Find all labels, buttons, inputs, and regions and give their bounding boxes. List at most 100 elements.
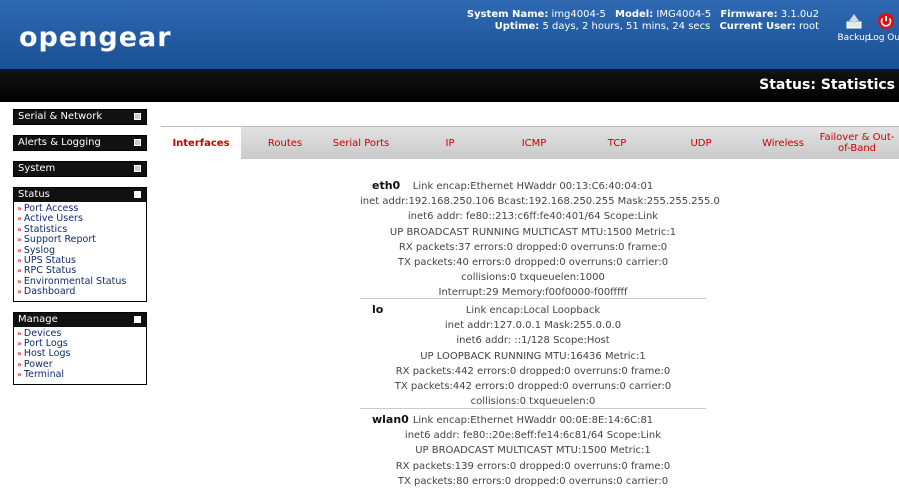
- sidebar-item-label: Statistics: [23, 223, 68, 235]
- page-title: Status: Statistics: [759, 77, 895, 93]
- section-title: Status: [18, 189, 50, 200]
- section-header[interactable]: Serial & Network: [14, 110, 146, 124]
- tab-ip[interactable]: IP: [425, 127, 475, 159]
- stat-line: Link encap:Local Loopback: [465, 305, 601, 316]
- tab-failover-out-of-band[interactable]: Failover & Out-of-Band: [815, 127, 899, 159]
- interface-eth0: eth0 Link encap:Ethernet HWaddr 00:13:C6…: [360, 179, 720, 301]
- stat-line: UP BROADCAST MULTICAST MTU:1500 Metric:1: [415, 445, 651, 457]
- stat-line: TX packets:80 errors:0 dropped:0 overrun…: [397, 475, 669, 487]
- system-info: System Name: img4004-5 Model: IMG4004-5 …: [467, 9, 819, 33]
- section-header[interactable]: Alerts & Logging: [14, 136, 146, 150]
- stat-line: inet addr:127.0.0.1 Mask:255.0.0.0: [444, 320, 622, 332]
- section-title: System: [18, 163, 56, 174]
- title-bar: Status: Statistics: [0, 69, 899, 102]
- stat-line: UP BROADCAST RUNNING MULTICAST MTU:1500 …: [389, 226, 677, 238]
- stat-line: inet6 addr: fe80::20e:8eff:fe14:6c81/64 …: [404, 430, 662, 442]
- backup-label: Backup: [837, 33, 871, 43]
- stat-line: RX packets:37 errors:0 dropped:0 overrun…: [398, 241, 668, 253]
- stat-line: Link encap:Ethernet HWaddr 00:0E:8E:14:6…: [412, 415, 654, 426]
- sidebar-section-status: Status » Port Access » Active Users » Stati…: [13, 187, 147, 302]
- sidebar-item-label: Terminal: [23, 369, 65, 381]
- sidebar-item-terminal[interactable]: » Terminal: [17, 370, 143, 380]
- backup-button[interactable]: Backup: [836, 12, 872, 43]
- firmware-value: 3.1.0u2: [780, 9, 819, 20]
- tab-tcp[interactable]: TCP: [590, 127, 644, 159]
- current-user-label: Current User:: [719, 21, 796, 32]
- chevron-right-icon: »: [17, 349, 22, 359]
- expand-icon[interactable]: [134, 165, 141, 172]
- firmware-label: Firmware:: [720, 9, 778, 20]
- tab-udp[interactable]: UDP: [674, 127, 728, 159]
- stat-line: collisions:0 txqueuelen:1000: [461, 272, 605, 284]
- section-header[interactable]: Status: [14, 188, 146, 202]
- chevron-right-icon: »: [17, 256, 22, 266]
- tab-routes[interactable]: Routes: [249, 127, 321, 159]
- sidebar-item-label: Environmental Status: [23, 275, 127, 287]
- uptime-value: 5 days, 2 hours, 51 mins, 24 secs: [542, 21, 711, 32]
- sidebar-item-label: Syslog: [23, 244, 55, 256]
- expand-icon[interactable]: [134, 139, 141, 146]
- interface-details: Link encap:Ethernet HWaddr 00:13:C6:40:0…: [360, 179, 720, 301]
- sidebar-item-label: Port Logs: [23, 338, 68, 350]
- sidebar-section-system[interactable]: System: [13, 161, 147, 177]
- sidebar-section-manage: Manage » Devices » Port Logs » Host Logs » P…: [13, 311, 147, 385]
- sidebar-item-label: Dashboard: [23, 286, 76, 298]
- logout-label: Log Out: [868, 33, 899, 43]
- sidebar-item-label: Support Report: [23, 234, 96, 246]
- stat-line: UP LOOPBACK RUNNING MTU:16436 Metric:1: [420, 350, 646, 362]
- collapse-icon[interactable]: [134, 315, 141, 323]
- section-header[interactable]: Manage: [14, 312, 146, 327]
- stat-line: Link encap:Ethernet HWaddr 00:13:C6:40:0…: [412, 181, 654, 192]
- chevron-right-icon: »: [17, 214, 22, 224]
- interface-details: Link encap:Local Loopback inet addr:127.…: [360, 303, 706, 409]
- section-header[interactable]: System: [14, 162, 146, 176]
- tab-icmp[interactable]: ICMP: [506, 127, 562, 159]
- sidebar-item-label: Power: [23, 358, 53, 370]
- sidebar-item-label: Host Logs: [23, 348, 71, 360]
- logout-button[interactable]: Log Out: [868, 12, 899, 43]
- chevron-right-icon: »: [17, 370, 22, 380]
- interface-name: lo: [372, 303, 384, 316]
- chevron-right-icon: »: [17, 276, 22, 286]
- chevron-right-icon: »: [17, 339, 22, 349]
- stat-line: inet6 addr: fe80::213:c6ff:fe40:401/64 S…: [407, 211, 659, 223]
- tab-serial-ports[interactable]: Serial Ports: [323, 127, 399, 159]
- expand-icon[interactable]: [134, 113, 141, 120]
- divider: [360, 298, 706, 299]
- sidebar-section-serial-network[interactable]: Serial & Network: [13, 109, 147, 125]
- sidebar-item-label: Active Users: [23, 213, 83, 225]
- sidebar-item-dashboard[interactable]: » Dashboard: [17, 287, 143, 297]
- divider: [360, 408, 706, 409]
- sidebar-item-label: UPS Status: [23, 255, 76, 267]
- model-label: Model:: [615, 9, 654, 20]
- system-name-label: System Name:: [466, 9, 549, 20]
- tab-bar: Interfaces Routes Serial Ports IP ICMP T…: [161, 126, 899, 160]
- interface-lo: lo Link encap:Local Loopback inet addr:1…: [360, 303, 706, 409]
- section-title: Alerts & Logging: [18, 137, 101, 148]
- chevron-right-icon: »: [17, 235, 22, 245]
- sidebar-item-label: Devices: [23, 327, 62, 339]
- model-value: IMG4004-5: [656, 9, 712, 20]
- interface-wlan0: wlan0 Link encap:Ethernet HWaddr 00:0E:8…: [360, 413, 706, 489]
- sidebar-section-alerts-logging[interactable]: Alerts & Logging: [13, 135, 147, 151]
- power-icon: [878, 13, 894, 29]
- stat-line: RX packets:139 errors:0 dropped:0 overru…: [395, 460, 671, 472]
- stat-line: inet addr:192.168.250.106 Bcast:192.168.…: [360, 196, 720, 208]
- chevron-right-icon: »: [17, 328, 22, 338]
- stat-line: TX packets:442 errors:0 dropped:0 overru…: [394, 380, 672, 392]
- system-name-value: img4004-5: [551, 9, 606, 20]
- section-title: Serial & Network: [18, 111, 103, 122]
- tab-wireless[interactable]: Wireless: [751, 127, 815, 159]
- tab-interfaces[interactable]: Interfaces: [161, 127, 241, 160]
- interface-details: Link encap:Ethernet HWaddr 00:0E:8E:14:6…: [360, 413, 706, 489]
- backup-icon: [846, 14, 862, 29]
- app-header: opengear System Name: img4004-5 Model: I…: [0, 0, 899, 69]
- chevron-right-icon: »: [17, 359, 22, 369]
- stat-line: inet6 addr: ::1/128 Scope:Host: [456, 335, 610, 347]
- interface-name: wlan0: [372, 413, 409, 426]
- chevron-right-icon: »: [17, 224, 22, 234]
- uptime-label: Uptime:: [494, 21, 540, 32]
- opengear-logo[interactable]: opengear: [19, 22, 172, 53]
- collapse-icon[interactable]: [134, 191, 141, 198]
- section-title: Manage: [18, 313, 58, 325]
